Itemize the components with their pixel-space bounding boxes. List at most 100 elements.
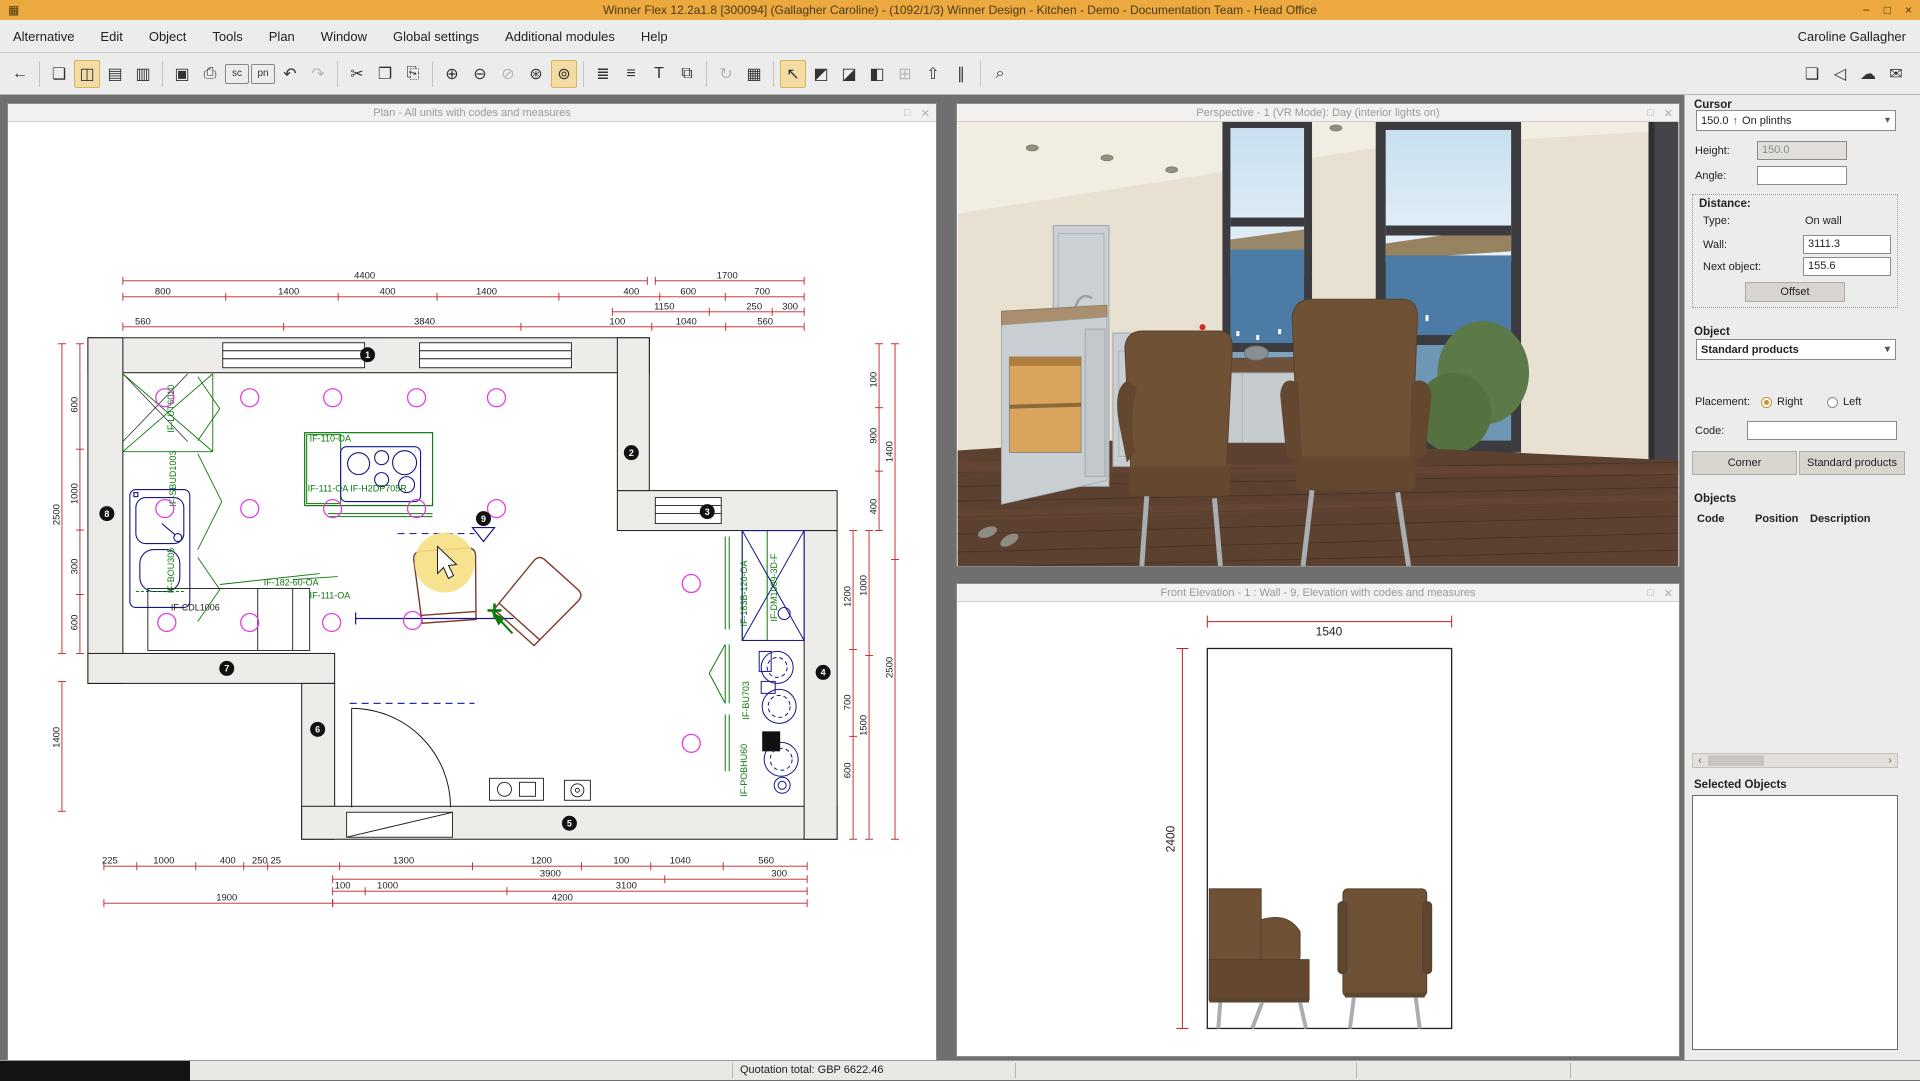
- utility-fixtures: [709, 531, 804, 794]
- door-elevation-view-icon[interactable]: ◫: [74, 60, 100, 88]
- print-icon[interactable]: ⎙: [197, 60, 223, 88]
- cloud-folder-icon[interactable]: ❏: [1799, 60, 1825, 88]
- annotation-icon[interactable]: ≡: [618, 60, 644, 88]
- menu-tools[interactable]: Tools: [199, 20, 255, 52]
- code-field[interactable]: [1747, 421, 1897, 440]
- objects-col-description[interactable]: Description: [1810, 513, 1871, 525]
- wall-view-2-icon[interactable]: ◪: [836, 60, 862, 88]
- svg-text:250: 250: [746, 301, 762, 312]
- angle-label: Angle:: [1695, 170, 1726, 182]
- wall-distance-field[interactable]: 3111.3: [1803, 235, 1891, 254]
- plan-view-icon[interactable]: ❏: [46, 60, 72, 88]
- calculator-icon[interactable]: ▦: [741, 60, 767, 88]
- placement-right-radio[interactable]: [1761, 397, 1772, 408]
- wall-view-3-icon[interactable]: ◧: [864, 60, 890, 88]
- angle-field[interactable]: [1757, 166, 1847, 185]
- menu-alternative[interactable]: Alternative: [0, 20, 87, 52]
- object-type-select[interactable]: Standard products ▾: [1696, 339, 1896, 360]
- maximize-icon[interactable]: □: [1884, 3, 1891, 17]
- redo-icon[interactable]: ↷: [305, 60, 331, 88]
- copy-icon[interactable]: ❐: [372, 60, 398, 88]
- perspective-canvas[interactable]: [957, 122, 1679, 566]
- standard-products-button[interactable]: Standard products: [1799, 451, 1905, 475]
- selected-objects-list[interactable]: [1692, 795, 1898, 1050]
- up-arrow-icon: ↑: [1733, 115, 1739, 127]
- back-icon[interactable]: ←: [7, 60, 33, 88]
- pick-object-icon[interactable]: ⧉: [674, 60, 700, 88]
- menu-global-settings[interactable]: Global settings: [380, 20, 492, 52]
- plan-close-icon[interactable]: ✕: [921, 107, 930, 120]
- svg-text:7: 7: [224, 664, 229, 674]
- menu-object[interactable]: Object: [136, 20, 200, 52]
- screen-capture-icon[interactable]: sc: [225, 64, 249, 84]
- mail-icon[interactable]: ✉: [1883, 60, 1909, 88]
- scroll-left-icon[interactable]: ‹: [1693, 755, 1707, 766]
- svg-text:1000: 1000: [377, 881, 398, 892]
- plan-chair-2[interactable]: [492, 555, 584, 648]
- objects-h-scrollbar[interactable]: ‹ ›: [1692, 753, 1898, 768]
- zoom-previous-icon[interactable]: ⊘: [495, 60, 521, 88]
- object-section-label: Object: [1694, 326, 1730, 338]
- elevation-side-view-icon[interactable]: ▥: [130, 60, 156, 88]
- plan-canvas[interactable]: 4400170080014004001400400600700115025030…: [8, 122, 936, 1062]
- svg-text:560: 560: [757, 316, 773, 327]
- zoom-all-icon[interactable]: ⊛: [523, 60, 549, 88]
- measure-icon[interactable]: ∥: [948, 60, 974, 88]
- notes-icon[interactable]: ≣: [590, 60, 616, 88]
- wall-view-1-icon[interactable]: ◩: [808, 60, 834, 88]
- menu-plan[interactable]: Plan: [256, 20, 308, 52]
- next-object-field[interactable]: 155.6: [1803, 257, 1891, 276]
- corner-button[interactable]: Corner: [1692, 451, 1797, 475]
- corner-cabinet: [123, 374, 188, 442]
- elevation-close-icon[interactable]: ✕: [1664, 587, 1673, 600]
- perspective-close-icon[interactable]: ✕: [1664, 107, 1673, 120]
- plan-maximize-icon[interactable]: □: [904, 107, 911, 119]
- height-field[interactable]: 150.0: [1757, 141, 1847, 160]
- zoom-in-icon[interactable]: ⊕: [439, 60, 465, 88]
- menu-help[interactable]: Help: [628, 20, 681, 52]
- svg-text:25: 25: [270, 856, 281, 867]
- toolbar-separator: [583, 61, 584, 87]
- bottom-appliances: [489, 778, 590, 800]
- cloud-icon[interactable]: ☁: [1855, 60, 1881, 88]
- undo-icon[interactable]: ↶: [277, 60, 303, 88]
- elevation-maximize-icon[interactable]: □: [1647, 587, 1654, 599]
- svg-text:IF-BU703: IF-BU703: [741, 681, 751, 719]
- objects-col-code[interactable]: Code: [1697, 513, 1725, 525]
- scrollbar-thumb[interactable]: [1708, 755, 1764, 766]
- minimize-icon[interactable]: −: [1863, 3, 1870, 17]
- zoom-out-icon[interactable]: ⊖: [467, 60, 493, 88]
- svg-text:IF-BOU305: IF-BOU305: [166, 548, 176, 593]
- text-icon[interactable]: T: [646, 60, 672, 88]
- offset-button[interactable]: Offset: [1745, 282, 1845, 302]
- elevation-front-view-icon[interactable]: ▤: [102, 60, 128, 88]
- plan-window-title[interactable]: Plan - All units with codes and measures: [8, 104, 936, 122]
- scroll-right-icon[interactable]: ›: [1883, 755, 1897, 766]
- raise-object-icon[interactable]: ⇧: [920, 60, 946, 88]
- elevation-window-title[interactable]: Front Elevation - 1 : Wall - 9, Elevatio…: [957, 584, 1679, 602]
- cursor-mode-select[interactable]: 150.0 ↑ On plinths ▾: [1696, 110, 1896, 131]
- placement-left-radio[interactable]: [1827, 397, 1838, 408]
- menu-additional-modules[interactable]: Additional modules: [492, 20, 628, 52]
- select-pointer-icon[interactable]: ↖: [780, 60, 806, 88]
- base-cabinets: [148, 589, 310, 651]
- svg-text:1: 1: [365, 350, 370, 360]
- elevation-chair-2[interactable]: [1338, 889, 1432, 1029]
- magnifier-icon[interactable]: ⌕: [987, 60, 1013, 88]
- menu-edit[interactable]: Edit: [87, 20, 135, 52]
- cut-icon[interactable]: ✂: [344, 60, 370, 88]
- pan-icon[interactable]: pn: [251, 64, 275, 84]
- refresh-icon[interactable]: ↻: [713, 60, 739, 88]
- perspective-window-title[interactable]: Perspective - 1 (VR Mode): Day (interior…: [957, 104, 1679, 122]
- paste-icon[interactable]: ⎘: [400, 60, 426, 88]
- grid-icon[interactable]: ⊞: [892, 60, 918, 88]
- close-icon[interactable]: ×: [1905, 3, 1912, 17]
- el evation-canvas[interactable]: 1540 2400: [957, 602, 1679, 1056]
- zoom-window-icon[interactable]: ⊚: [551, 60, 577, 88]
- objects-col-position[interactable]: Position: [1755, 513, 1798, 525]
- menu-window[interactable]: Window: [308, 20, 380, 52]
- elevation-chair-1[interactable]: [1209, 889, 1309, 1029]
- announce-icon[interactable]: ◁: [1827, 60, 1853, 88]
- save-icon[interactable]: ▣: [169, 60, 195, 88]
- perspective-maximize-icon[interactable]: □: [1647, 107, 1654, 119]
